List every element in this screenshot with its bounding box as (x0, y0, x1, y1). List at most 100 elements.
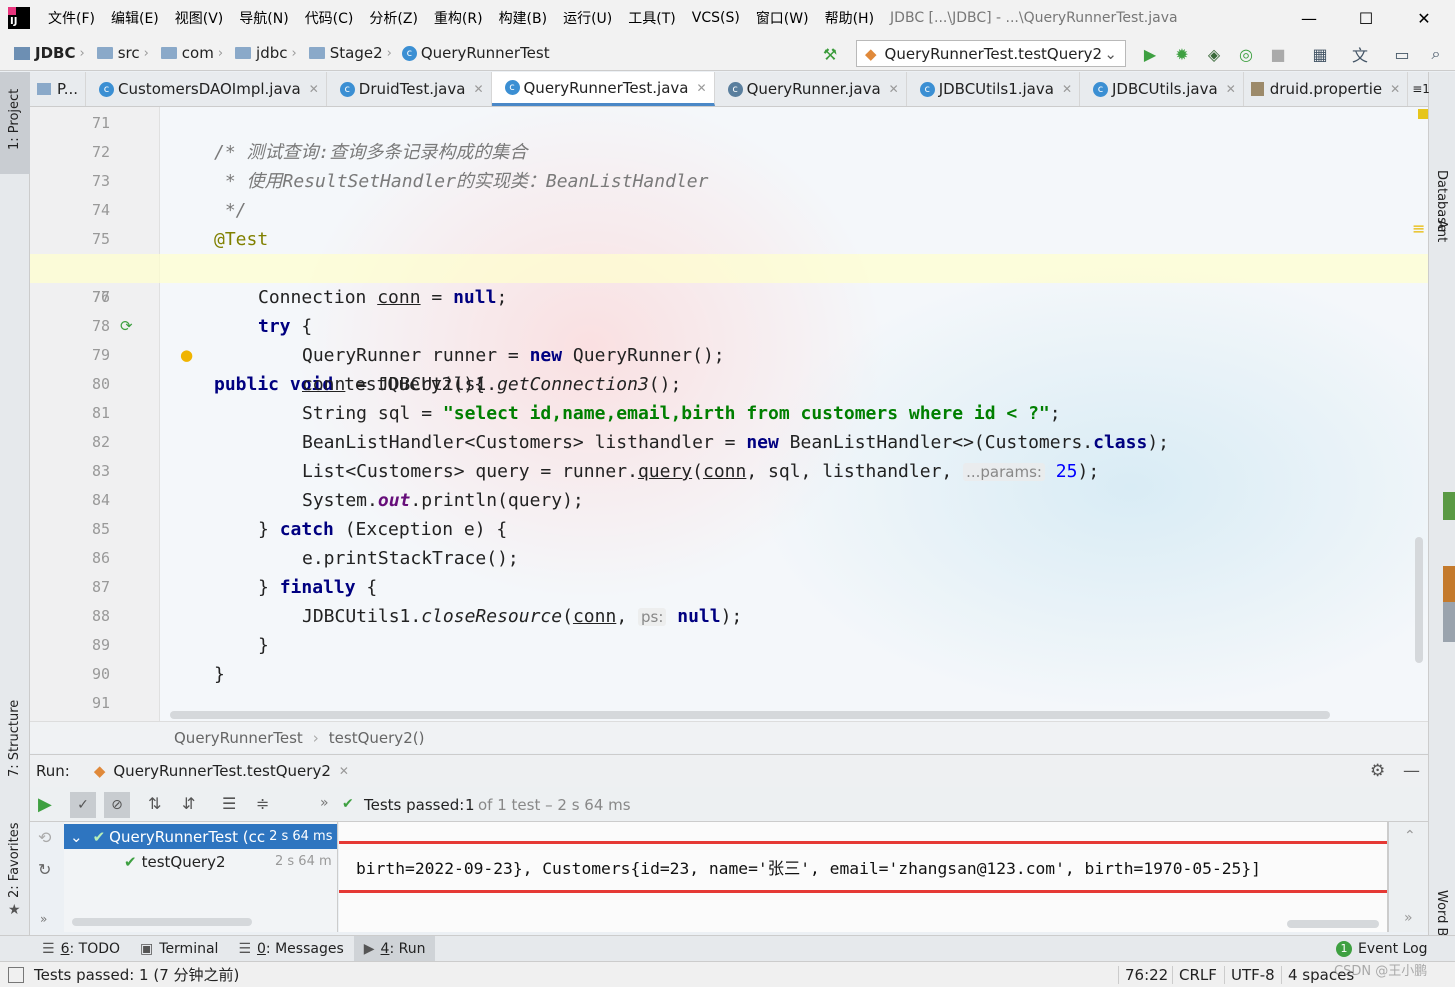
close-tab-icon[interactable]: ✕ (1226, 82, 1236, 96)
file-encoding[interactable]: UTF-8 (1224, 965, 1281, 984)
tree-scrollbar[interactable] (72, 918, 252, 926)
menu-navigate[interactable]: 导航(N) (231, 8, 296, 28)
stop-icon[interactable]: ■ (1268, 44, 1288, 64)
project-folder-icon (14, 46, 30, 60)
tab-terminal[interactable]: ▣ Terminal (130, 936, 228, 962)
breadcrumb-class[interactable]: c QueryRunnerTest (396, 44, 550, 62)
console-scrollbar[interactable] (1287, 920, 1379, 928)
minimize-panel-icon[interactable]: — (1403, 761, 1420, 781)
restore-layout-icon[interactable]: ↻ (38, 860, 51, 879)
run-icon[interactable]: ▶ (1140, 44, 1160, 64)
breadcrumb-project[interactable]: JDBC (14, 44, 75, 62)
tab-run[interactable]: ▶ 4: Run (353, 935, 436, 962)
close-tab-icon[interactable]: ✕ (1062, 82, 1072, 96)
menu-view[interactable]: 视图(V) (167, 8, 232, 28)
tab-todo[interactable]: ☰ 6: TODO (32, 936, 130, 962)
code-line-84: 84 System.out.println(query); (30, 486, 1428, 515)
menu-analyze[interactable]: 分析(Z) (361, 8, 426, 28)
sort-duration-icon[interactable]: ⇵ (182, 794, 195, 813)
tree-item-test-method[interactable]: ✔ testQuery2 2 s 64 m (64, 849, 337, 874)
breadcrumb-jdbc-label: jdbc (256, 44, 288, 62)
menu-file[interactable]: 文件(F) (40, 8, 103, 28)
line-separator[interactable]: CRLF (1172, 965, 1223, 984)
breadcrumb-jdbc[interactable]: jdbc (227, 44, 288, 62)
close-icon[interactable]: ✕ (1398, 0, 1450, 36)
more-icon[interactable]: » (1404, 910, 1413, 926)
menu-edit[interactable]: 编辑(E) (103, 8, 167, 28)
tree-item-test-class[interactable]: ⌄ ✔ QueryRunnerTest (cc 2 s 64 ms (64, 824, 337, 849)
bottom-tool-tabs: ☰ 6: TODO ▣ Terminal ☰ 0: Messages ▶ 4: Run … (0, 935, 1455, 962)
breadcrumb-src[interactable]: src (89, 44, 140, 62)
stop-icon[interactable]: ⟲ (38, 828, 51, 847)
code-text: BeanListHandler<Customers> listhandler = (302, 432, 747, 453)
sort-alpha-icon[interactable]: ⇅ (148, 794, 161, 813)
debug-icon[interactable]: ✹ (1172, 44, 1192, 64)
collapse-all-icon[interactable]: ≑ (256, 794, 269, 813)
project-structure-icon[interactable]: ▦ (1310, 44, 1330, 64)
build-hammer-icon[interactable]: ⚒ (820, 44, 840, 64)
tab-messages[interactable]: ☰ 0: Messages (228, 936, 353, 962)
menu-build[interactable]: 构建(B) (491, 8, 556, 28)
code-editor[interactable]: ≡ 71 72/* 测试查询:查询多条记录构成的集合 73 * 使用Result… (30, 107, 1428, 721)
show-ignored-icon[interactable]: ⊘ (104, 792, 130, 818)
structure-tool-label[interactable]: 7: Structure (7, 700, 22, 777)
presentation-icon[interactable]: ▭ (1392, 44, 1412, 64)
menu-help[interactable]: 帮助(H) (817, 8, 882, 28)
breadcrumb-stage2[interactable]: Stage2 (301, 44, 383, 62)
gear-icon[interactable]: ⚙ (1370, 761, 1385, 781)
folder-icon (37, 83, 51, 95)
code-method: query (637, 461, 693, 482)
tab-jdbcutils[interactable]: c JDBCUtils.java ✕ (1080, 72, 1244, 106)
run-configuration-select[interactable]: ◆ QueryRunnerTest.testQuery2 ⌄ (856, 40, 1126, 67)
intellij-logo-icon: IJ (8, 7, 30, 29)
event-log-button[interactable]: 1 Event Log (1326, 936, 1438, 962)
tab-customersdaoimpl[interactable]: c CustomersDAOImpl.java ✕ (86, 72, 327, 106)
menu-vcs[interactable]: VCS(S) (684, 10, 748, 26)
status-message[interactable]: Tests passed: 1 (7 分钟之前) (34, 964, 239, 985)
coverage-icon[interactable]: ◈ (1204, 44, 1224, 64)
menu-code[interactable]: 代码(C) (297, 8, 362, 28)
profile-icon[interactable]: ◎ (1236, 44, 1256, 64)
favorites-tool-label[interactable]: 2: Favorites (7, 822, 22, 898)
tab-druid-properties[interactable]: druid.propertie ✕ (1244, 72, 1409, 106)
expand-all-icon[interactable]: ☰ (222, 794, 236, 813)
close-tab-icon[interactable]: ✕ (309, 82, 319, 96)
menu-window[interactable]: 窗口(W) (748, 8, 817, 28)
breadcrumb-com[interactable]: com (153, 44, 214, 62)
run-icon: ▶ (363, 940, 375, 957)
more-icon[interactable]: » (320, 795, 329, 811)
tab-queryrunner[interactable]: c QueryRunner.java ✕ (715, 72, 907, 106)
tab-queryrunnertest[interactable]: c QueryRunnerTest.java ✕ (491, 72, 715, 106)
tab-overflow-button[interactable]: ≡1 (1408, 72, 1437, 106)
more-icon[interactable]: » (40, 912, 47, 926)
breadcrumb-class[interactable]: QueryRunnerTest (174, 729, 303, 747)
menu-run[interactable]: 运行(U) (555, 8, 620, 28)
maximize-icon[interactable]: ☐ (1340, 0, 1392, 36)
menu-tools[interactable]: 工具(T) (620, 8, 683, 28)
close-tab-icon[interactable]: ✕ (339, 764, 349, 778)
tab-label: JDBCUtils1.java (938, 80, 1054, 98)
console-output[interactable]: birth=2022-09-23}, Customers{id=23, name… (339, 822, 1389, 932)
close-tab-icon[interactable]: ✕ (473, 82, 483, 96)
tab-jdbcutils1[interactable]: c JDBCUtils1.java ✕ (907, 72, 1080, 106)
code-text: System. (302, 490, 378, 511)
close-tab-icon[interactable]: ✕ (1390, 82, 1400, 96)
favorites-star-icon: ★ (8, 902, 21, 918)
close-tab-icon[interactable]: ✕ (889, 82, 899, 96)
translate-icon[interactable]: 文 (1350, 44, 1370, 65)
tab-druidtest[interactable]: c DruidTest.java ✕ (327, 72, 492, 106)
close-tab-icon[interactable]: ✕ (697, 81, 707, 95)
search-icon[interactable]: ⌕ (1426, 44, 1446, 64)
menu-refactor[interactable]: 重构(R) (426, 8, 491, 28)
scroll-up-icon[interactable]: ⌃ (1404, 828, 1416, 844)
minimize-icon[interactable]: — (1283, 0, 1335, 36)
ant-tool-label[interactable]: Ant (1434, 220, 1449, 242)
run-config-tab[interactable]: QueryRunnerTest.testQuery2 (113, 762, 331, 780)
code-text: ); (1147, 432, 1169, 453)
caret-position[interactable]: 76:22 (1118, 965, 1174, 984)
breadcrumb-method[interactable]: testQuery2() (329, 729, 425, 747)
layout-toggle-icon[interactable] (8, 966, 24, 983)
tab-project[interactable]: P... (30, 72, 87, 106)
rerun-icon[interactable]: ▶ (38, 794, 52, 815)
show-passed-icon[interactable]: ✓ (70, 792, 96, 818)
